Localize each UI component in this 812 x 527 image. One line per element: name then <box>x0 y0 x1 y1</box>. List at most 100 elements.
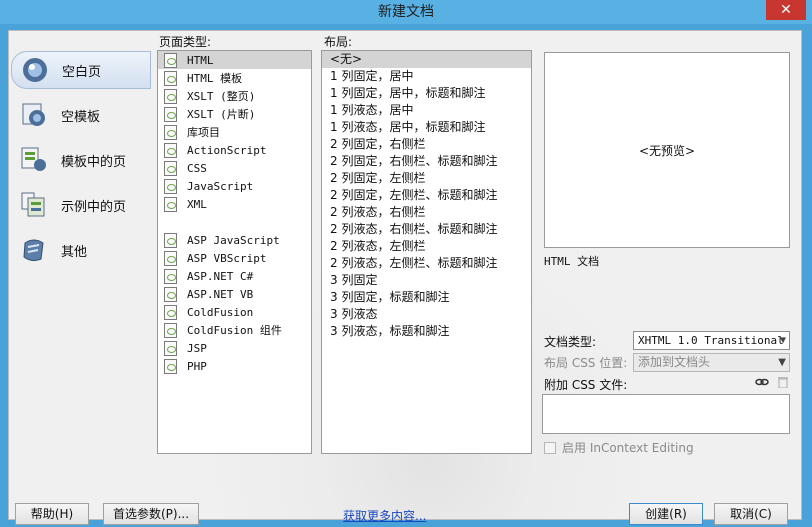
sidebar-item-other[interactable]: 其他 <box>11 231 151 269</box>
sidebar-item-label: 模板中的页 <box>61 154 127 170</box>
layout-item[interactable]: 3 列液态，标题和脚注 <box>322 323 531 340</box>
page-type-item[interactable]: XML <box>158 195 311 213</box>
page-type-list[interactable]: HTML HTML 模板 XSLT (整页) XSLT (片断) 库项目 ActionSc… <box>157 50 312 454</box>
page-type-label-text: ColdFusion 组件 <box>187 324 282 337</box>
page-type-item[interactable]: ASP JavaScript <box>158 231 311 249</box>
page-type-item[interactable]: ASP.NET VB <box>158 285 311 303</box>
page-type-item[interactable]: ASP.NET C# <box>158 267 311 285</box>
page-type-item[interactable]: XSLT (整页) <box>158 87 311 105</box>
doctype-value: XHTML 1.0 Transitional <box>638 334 784 347</box>
page-type-label-text: ASP JavaScript <box>187 233 280 247</box>
file-icon <box>164 106 177 122</box>
page-type-item[interactable]: ColdFusion 组件 <box>158 321 311 339</box>
page-type-item[interactable]: ActionScript <box>158 141 311 159</box>
help-button[interactable]: 帮助(H) <box>15 503 89 525</box>
incontext-label: 启用 InContext Editing <box>562 441 694 455</box>
close-icon: ✕ <box>780 2 792 18</box>
page-type-item[interactable]: HTML 模板 <box>158 69 311 87</box>
layout-item[interactable]: 1 列固定，居中 <box>322 68 531 85</box>
css-files-list[interactable] <box>542 394 790 434</box>
file-icon <box>164 358 177 374</box>
file-icon <box>164 250 177 266</box>
layout-css-value: 添加到文档头 <box>638 355 711 369</box>
page-type-label-text: ASP.NET C# <box>187 269 254 283</box>
doctype-select[interactable]: XHTML 1.0 Transitional ▼ <box>633 331 790 350</box>
page-type-item[interactable]: XSLT (片断) <box>158 105 311 123</box>
file-icon <box>164 88 177 104</box>
page-type-item[interactable]: HTML <box>158 51 311 69</box>
file-icon <box>164 286 177 302</box>
list-separator <box>158 213 311 231</box>
preferences-button[interactable]: 首选参数(P)... <box>103 503 199 525</box>
page-from-template-icon <box>21 147 46 171</box>
sidebar-item-label: 空模板 <box>61 109 101 125</box>
attach-link-icon[interactable] <box>755 376 769 388</box>
layout-item[interactable]: 2 列固定，右侧栏、标题和脚注 <box>322 153 531 170</box>
layout-item[interactable]: 2 列固定，左侧栏 <box>322 170 531 187</box>
layout-item[interactable]: 1 列液态，居中，标题和脚注 <box>322 119 531 136</box>
page-type-label-text: XSLT (整页) <box>187 90 256 103</box>
layout-item[interactable]: 3 列液态 <box>322 306 531 323</box>
page-type-label-text: 库项目 <box>187 126 220 139</box>
page-type-item[interactable]: PHP <box>158 357 311 375</box>
file-icon <box>164 268 177 284</box>
page-type-label-text: CSS <box>187 161 207 175</box>
layout-item[interactable]: <无> <box>322 51 531 68</box>
dialog-body: 空白页 空模板 模板中的页 示例中的页 其他 页面类型: HTML HTML 模… <box>8 30 802 525</box>
sidebar-item-page-from-template[interactable]: 模板中的页 <box>11 141 151 179</box>
file-icon <box>164 340 177 356</box>
title-bar: 新建文档 ✕ <box>0 0 812 24</box>
file-icon <box>164 304 177 320</box>
page-type-item[interactable]: ASP VBScript <box>158 249 311 267</box>
page-type-item[interactable]: JSP <box>158 339 311 357</box>
page-type-item[interactable]: JavaScript <box>158 177 311 195</box>
create-button[interactable]: 创建(R) <box>629 503 703 525</box>
sidebar-item-label: 示例中的页 <box>61 199 127 215</box>
layout-list[interactable]: <无> 1 列固定，居中 1 列固定，居中，标题和脚注 1 列液态，居中 1 列液态，居… <box>321 50 532 454</box>
layout-item[interactable]: 2 列固定，左侧栏、标题和脚注 <box>322 187 531 204</box>
layout-item[interactable]: 2 列液态，左侧栏 <box>322 238 531 255</box>
doctype-label: 文档类型: <box>544 335 597 349</box>
chevron-down-icon: ▼ <box>779 335 786 346</box>
page-type-label-text: XSLT (片断) <box>187 108 256 121</box>
layout-item[interactable]: 2 列液态，左侧栏、标题和脚注 <box>322 255 531 272</box>
layout-item[interactable]: 1 列液态，居中 <box>322 102 531 119</box>
page-type-item[interactable]: 库项目 <box>158 123 311 141</box>
layout-css-select[interactable]: 添加到文档头 ▼ <box>633 353 790 372</box>
page-type-label: 页面类型: <box>159 35 212 49</box>
sidebar-item-label: 其他 <box>61 244 88 260</box>
layout-label: 布局: <box>324 35 353 49</box>
page-type-item[interactable]: CSS <box>158 159 311 177</box>
file-icon <box>164 142 177 158</box>
page-type-label-text: ASP VBScript <box>187 251 267 265</box>
layout-item[interactable]: 3 列固定，标题和脚注 <box>322 289 531 306</box>
cancel-button[interactable]: 取消(C) <box>714 503 788 525</box>
layout-item[interactable]: 2 列固定，右侧栏 <box>322 136 531 153</box>
file-icon <box>164 52 177 68</box>
get-more-content-link[interactable]: 获取更多内容... <box>343 507 426 524</box>
preview-text: <无预览> <box>638 143 696 158</box>
layout-css-label: 布局 CSS 位置: <box>544 356 628 370</box>
page-type-label-text: ColdFusion <box>187 305 254 319</box>
layout-item[interactable]: 2 列液态，右侧栏、标题和脚注 <box>322 221 531 238</box>
layout-item[interactable]: 3 列固定 <box>322 272 531 289</box>
page-type-label-text: ASP.NET VB <box>187 287 254 301</box>
trash-icon[interactable] <box>776 376 790 388</box>
sidebar-item-page-from-sample[interactable]: 示例中的页 <box>11 186 151 224</box>
file-icon <box>164 322 177 338</box>
file-icon <box>164 178 177 194</box>
sidebar-item-blank-page[interactable]: 空白页 <box>11 51 151 89</box>
layout-item[interactable]: 2 列液态，右侧栏 <box>322 204 531 221</box>
incontext-editing-option[interactable]: 启用 InContext Editing <box>544 439 694 456</box>
sidebar-item-blank-template[interactable]: 空模板 <box>11 96 151 134</box>
sidebar-item-label: 空白页 <box>62 64 102 80</box>
layout-item[interactable]: 1 列固定，居中，标题和脚注 <box>322 85 531 102</box>
file-icon <box>164 70 177 86</box>
file-icon <box>164 196 177 212</box>
new-document-dialog: 新建文档 ✕ 空白页 空模板 模板中的页 示例中的页 其他 页面类型: HTML… <box>0 0 812 527</box>
page-type-label-text: PHP <box>187 359 207 373</box>
incontext-checkbox[interactable] <box>544 441 556 454</box>
close-button[interactable]: ✕ <box>766 0 806 20</box>
file-icon <box>164 160 177 176</box>
page-type-item[interactable]: ColdFusion <box>158 303 311 321</box>
